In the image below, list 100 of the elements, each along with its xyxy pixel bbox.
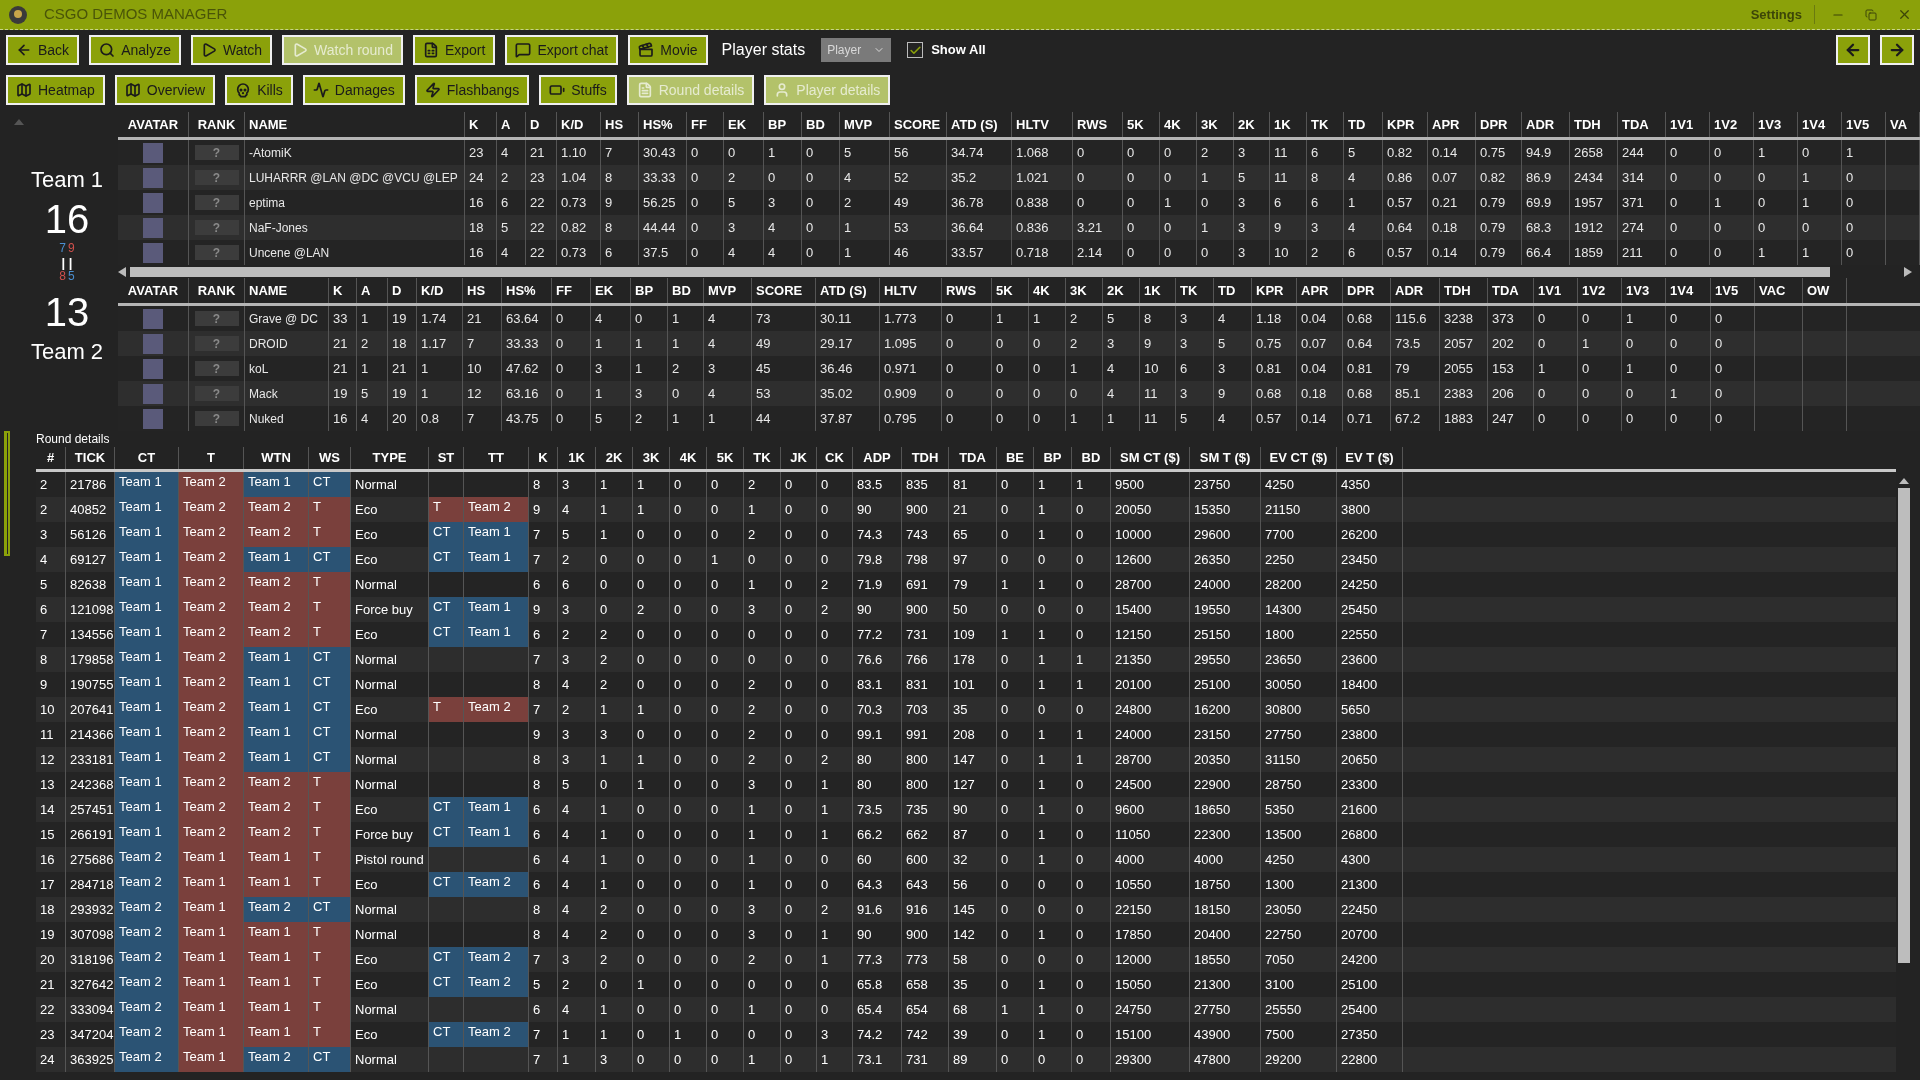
column-header[interactable]: ATD (S) (947, 112, 1012, 137)
column-header[interactable]: TT (464, 447, 529, 469)
scroll-left-icon[interactable] (118, 267, 126, 277)
column-header[interactable]: A (497, 112, 526, 137)
column-header[interactable]: 4K (670, 447, 707, 469)
toolbar-button[interactable]: Heatmap (6, 75, 105, 105)
column-header[interactable]: BD (1072, 447, 1111, 469)
column-header[interactable]: BP (764, 112, 802, 137)
toolbar-button[interactable]: Stuffs (539, 75, 617, 105)
toolbar-button[interactable]: Export (412, 35, 496, 65)
column-header[interactable]: 1V4 (1798, 112, 1842, 137)
column-header[interactable]: AVATAR (118, 278, 189, 303)
column-header[interactable]: EK (724, 112, 764, 137)
column-header[interactable]: SM T ($) (1190, 447, 1261, 469)
column-header[interactable]: 1K (558, 447, 596, 469)
column-header[interactable]: RWS (942, 278, 992, 303)
column-header[interactable]: TDH (1440, 278, 1488, 303)
column-header[interactable]: BP (1034, 447, 1072, 469)
vertical-scrollbar[interactable] (1898, 488, 1910, 963)
column-header[interactable]: SCORE (890, 112, 947, 137)
column-header[interactable]: 4K (1160, 112, 1197, 137)
column-header[interactable]: EV CT ($) (1261, 447, 1337, 469)
column-header[interactable]: 2K (1234, 112, 1270, 137)
column-header[interactable]: HS (601, 112, 639, 137)
column-header[interactable]: K (529, 447, 558, 469)
column-header[interactable]: ADR (1391, 278, 1440, 303)
column-header[interactable]: DPR (1343, 278, 1391, 303)
column-header[interactable]: SCORE (752, 278, 816, 303)
scroll-right-icon[interactable] (1904, 267, 1912, 277)
column-header[interactable]: TYPE (351, 447, 429, 469)
column-header[interactable]: JK (781, 447, 817, 469)
column-header[interactable]: ATD (S) (816, 278, 880, 303)
column-header[interactable]: APR (1297, 278, 1343, 303)
column-header[interactable]: HS (463, 278, 502, 303)
column-header[interactable]: A (357, 278, 388, 303)
column-header[interactable]: TK (1307, 112, 1344, 137)
horizontal-scrollbar[interactable] (130, 267, 1830, 277)
column-header[interactable]: HLTV (880, 278, 942, 303)
toolbar-button[interactable]: Overview (114, 75, 216, 105)
column-header[interactable]: 5K (992, 278, 1029, 303)
column-header[interactable]: FF (687, 112, 724, 137)
column-header[interactable]: K/D (417, 278, 463, 303)
column-header[interactable]: 1V2 (1710, 112, 1754, 137)
column-header[interactable]: K (329, 278, 357, 303)
column-header[interactable]: 3K (1197, 112, 1234, 137)
column-header[interactable]: TDH (1570, 112, 1618, 137)
column-header[interactable]: EK (591, 278, 631, 303)
column-header[interactable]: BP (631, 278, 668, 303)
forward-arrow-button[interactable] (1880, 35, 1914, 65)
column-header[interactable]: K (465, 112, 497, 137)
column-header[interactable]: TDA (1488, 278, 1534, 303)
column-header[interactable]: HS% (502, 278, 552, 303)
column-header[interactable]: 1V1 (1666, 112, 1710, 137)
column-header[interactable]: TDA (949, 447, 997, 469)
toolbar-button[interactable]: Movie (628, 35, 708, 65)
column-header[interactable]: MVP (704, 278, 752, 303)
column-header[interactable]: 1V3 (1754, 112, 1798, 137)
column-header[interactable]: WTN (244, 447, 309, 469)
back-arrow-button[interactable] (1836, 35, 1870, 65)
column-header[interactable]: RANK (189, 278, 245, 303)
column-header[interactable]: TK (1176, 278, 1214, 303)
toolbar-button[interactable]: Kills (225, 75, 293, 105)
close-icon[interactable] (1897, 7, 1912, 22)
column-header[interactable]: 5K (1123, 112, 1160, 137)
column-header[interactable]: KPR (1383, 112, 1428, 137)
column-header[interactable]: D (526, 112, 557, 137)
column-header[interactable]: CK (817, 447, 853, 469)
column-header[interactable]: WS (309, 447, 351, 469)
restore-icon[interactable] (1865, 8, 1877, 21)
toolbar-button[interactable]: Flashbangs (414, 75, 530, 105)
toolbar-button[interactable]: Analyze (89, 35, 181, 65)
column-header[interactable]: 1K (1270, 112, 1307, 137)
column-header[interactable]: TD (1214, 278, 1252, 303)
column-header[interactable]: TICK (66, 447, 115, 469)
column-header[interactable]: MVP (840, 112, 890, 137)
splitter-bar[interactable] (4, 431, 10, 556)
column-header[interactable]: 1V1 (1534, 278, 1578, 303)
column-header[interactable]: KPR (1252, 278, 1297, 303)
column-header[interactable]: ST (429, 447, 464, 469)
column-header[interactable]: 2K (596, 447, 633, 469)
column-header[interactable]: VA (1886, 112, 1920, 137)
column-header[interactable]: TK (744, 447, 781, 469)
column-header[interactable]: 2K (1103, 278, 1140, 303)
column-header[interactable]: APR (1428, 112, 1476, 137)
column-header[interactable]: 3K (633, 447, 670, 469)
column-header[interactable]: AVATAR (118, 112, 189, 137)
toolbar-button[interactable]: Damages (302, 75, 405, 105)
column-header[interactable]: CT (115, 447, 179, 469)
toolbar-button[interactable]: Back (6, 35, 80, 65)
scroll-up-icon[interactable] (1899, 478, 1909, 484)
toolbar-button[interactable]: Watch (190, 35, 273, 65)
column-header[interactable]: TDH (902, 447, 949, 469)
column-header[interactable]: BE (997, 447, 1034, 469)
column-header[interactable]: SM CT ($) (1111, 447, 1190, 469)
column-header[interactable]: FF (552, 278, 591, 303)
column-header[interactable]: ADR (1522, 112, 1570, 137)
show-all-checkbox[interactable] (907, 42, 924, 58)
column-header[interactable]: NAME (245, 112, 465, 137)
column-header[interactable]: 3K (1066, 278, 1103, 303)
column-header[interactable]: 1V3 (1622, 278, 1666, 303)
